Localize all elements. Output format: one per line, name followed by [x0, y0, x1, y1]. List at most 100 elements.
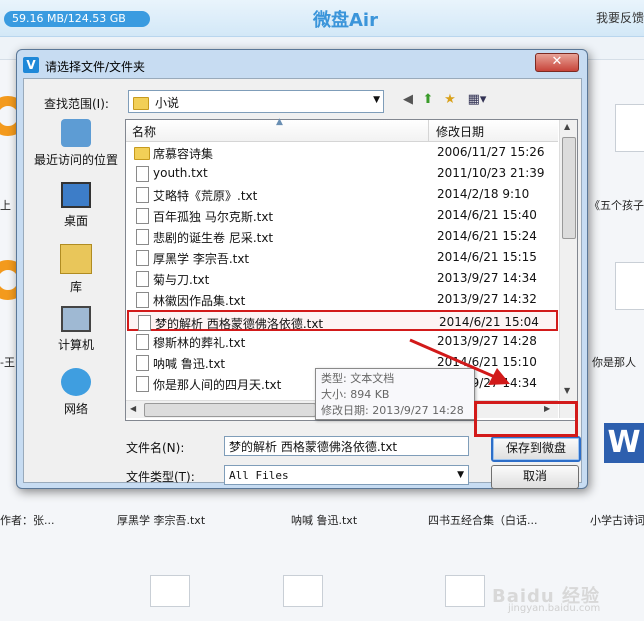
cancel-button[interactable]: 取消 [491, 465, 579, 489]
save-to-weipan-button[interactable]: 保存到微盘 [491, 436, 581, 462]
file-name: 林徽因作品集.txt [153, 294, 246, 308]
file-thumbnail[interactable] [615, 262, 644, 310]
place-recent[interactable]: 最近访问的位置 [30, 119, 122, 168]
up-folder-icon[interactable]: ⬆ [420, 92, 436, 108]
file-name: 悲剧的诞生卷 尼采.txt [153, 231, 274, 245]
file-row[interactable]: 百年孤独 马尔克斯.txt 2014/6/21 15:40 [127, 205, 558, 226]
place-computer[interactable]: 计算机 [30, 306, 122, 353]
file-row[interactable]: 梦的解析 西格蒙德佛洛依德.txt 2014/6/21 15:04 [127, 310, 558, 331]
chevron-down-icon: ▼ [373, 95, 380, 105]
place-library[interactable]: 库 [30, 244, 122, 295]
file-thumbnail[interactable] [445, 575, 485, 607]
folder-icon [134, 147, 150, 160]
tooltip-modified: 修改日期: 2013/9/27 14:28 [321, 404, 464, 417]
scroll-down-icon[interactable]: ▼ [564, 386, 570, 395]
file-name: 穆斯林的葬礼.txt [153, 336, 246, 350]
look-in-dropdown[interactable]: 小说 ▼ [128, 90, 384, 113]
file-row[interactable]: youth.txt 2011/10/23 21:39 [127, 163, 558, 184]
column-header-name[interactable]: 名称 [132, 123, 156, 140]
file-row[interactable]: 林徽因作品集.txt 2013/9/27 14:32 [127, 289, 558, 310]
column-header-date[interactable]: 修改日期 [436, 123, 484, 140]
tooltip-size: 大小: 894 KB [321, 388, 390, 401]
folder-icon [133, 97, 149, 110]
file-name: 艾略特《荒原》.txt [153, 189, 258, 203]
file-name: 席慕容诗集 [153, 147, 214, 161]
text-file-icon [136, 250, 149, 266]
dialog-title: 请选择文件/文件夹 [45, 60, 146, 74]
look-in-value: 小说 [155, 96, 180, 110]
scroll-thumb[interactable] [562, 137, 576, 239]
filetype-value: All Files [229, 469, 289, 482]
filename-input[interactable]: 梦的解析 西格蒙德佛洛依德.txt [224, 436, 469, 456]
chevron-down-icon: ▼ [457, 470, 464, 480]
file-date: 2011/10/23 21:39 [437, 166, 545, 180]
word-document-icon[interactable]: W [604, 423, 644, 463]
file-thumbnail[interactable] [283, 575, 323, 607]
file-thumbnail[interactable] [615, 104, 644, 152]
bg-file-label: 你是那人 [592, 356, 636, 369]
file-name: youth.txt [153, 166, 208, 180]
list-header: 名称 ▲ 修改日期 [126, 117, 558, 142]
file-row[interactable]: 菊与刀.txt 2013/9/27 14:34 [127, 268, 558, 289]
places-bar: 最近访问的位置 桌面 库 计算机 网络 [30, 119, 122, 424]
bg-file-label: -王 [0, 356, 15, 369]
file-row[interactable]: 厚黑学 李宗吾.txt 2014/6/21 15:15 [127, 247, 558, 268]
place-label: 桌面 [63, 214, 88, 228]
look-in-label: 查找范围(I): [44, 97, 109, 111]
app-header: 59.16 MB/124.53 GB 微盘Air 我要反馈 [0, 0, 644, 37]
tooltip-type: 类型: 文本文档 [321, 372, 395, 385]
file-row[interactable]: 穆斯林的葬礼.txt 2013/9/27 14:28 [127, 331, 558, 352]
file-date: 2013/9/27 14:28 [437, 334, 537, 348]
bg-file-label: 小学古诗词 [590, 514, 644, 527]
app-title: 微盘Air [313, 10, 378, 31]
file-date: 2013/9/27 14:32 [437, 292, 537, 306]
recent-places-icon [61, 119, 91, 147]
place-network[interactable]: 网络 [30, 368, 122, 417]
file-info-tooltip: 类型: 文本文档 大小: 894 KB 修改日期: 2013/9/27 14:2… [315, 368, 475, 420]
text-file-icon [136, 271, 149, 287]
feedback-link[interactable]: 我要反馈 [596, 9, 644, 26]
desktop-icon [61, 182, 91, 208]
text-file-icon [136, 229, 149, 245]
text-file-icon [136, 292, 149, 308]
column-divider[interactable] [428, 120, 429, 141]
bg-file-label: 上 [0, 199, 11, 212]
vertical-scrollbar[interactable]: ▲ ▼ [559, 120, 577, 418]
place-label: 库 [69, 280, 82, 294]
place-label: 最近访问的位置 [33, 153, 118, 167]
file-name: 梦的解析 西格蒙德佛洛依德.txt [155, 317, 324, 331]
new-folder-icon[interactable]: ★ [442, 92, 458, 108]
back-icon[interactable]: ◀ [400, 92, 416, 108]
bg-file-label: 作者：张... [0, 514, 55, 527]
file-date: 2014/6/21 15:40 [437, 208, 537, 222]
file-row[interactable]: 艾略特《荒原》.txt 2014/2/18 9:10 [127, 184, 558, 205]
file-name: 百年孤独 马尔克斯.txt [153, 210, 274, 224]
storage-usage-text: 59.16 MB/124.53 GB [12, 12, 126, 25]
file-date: 2014/6/21 15:24 [437, 229, 537, 243]
network-globe-icon [61, 368, 91, 396]
view-menu-icon[interactable]: ▦▾ [464, 92, 490, 108]
file-name: 呐喊 鲁迅.txt [153, 357, 226, 371]
file-name: 菊与刀.txt [153, 273, 210, 287]
scroll-up-icon[interactable]: ▲ [564, 122, 570, 131]
file-date: 2014/6/21 15:10 [437, 355, 537, 369]
text-file-icon [136, 208, 149, 224]
scroll-thumb[interactable] [144, 403, 316, 417]
file-date: 2006/11/27 15:26 [437, 145, 545, 159]
file-row[interactable]: 悲剧的诞生卷 尼采.txt 2014/6/21 15:24 [127, 226, 558, 247]
app-logo-icon: V [23, 57, 39, 73]
close-button[interactable]: ✕ [535, 53, 579, 72]
bg-file-label: 四书五经合集（白话... [428, 514, 538, 527]
bg-file-label: 厚黑学 李宗吾.txt [117, 514, 206, 527]
filetype-dropdown[interactable]: All Files ▼ [224, 465, 469, 485]
file-date: 2014/6/21 15:04 [439, 315, 539, 329]
place-desktop[interactable]: 桌面 [30, 182, 122, 229]
computer-icon [61, 306, 91, 332]
watermark-url: jingyan.baidu.com [508, 603, 601, 614]
library-icon [60, 244, 92, 274]
text-file-icon [136, 334, 149, 350]
file-thumbnail[interactable] [150, 575, 190, 607]
folder-row[interactable]: 席慕容诗集 2006/11/27 15:26 [127, 142, 558, 163]
scroll-left-icon[interactable]: ◀ [130, 404, 136, 413]
text-file-icon [136, 187, 149, 203]
